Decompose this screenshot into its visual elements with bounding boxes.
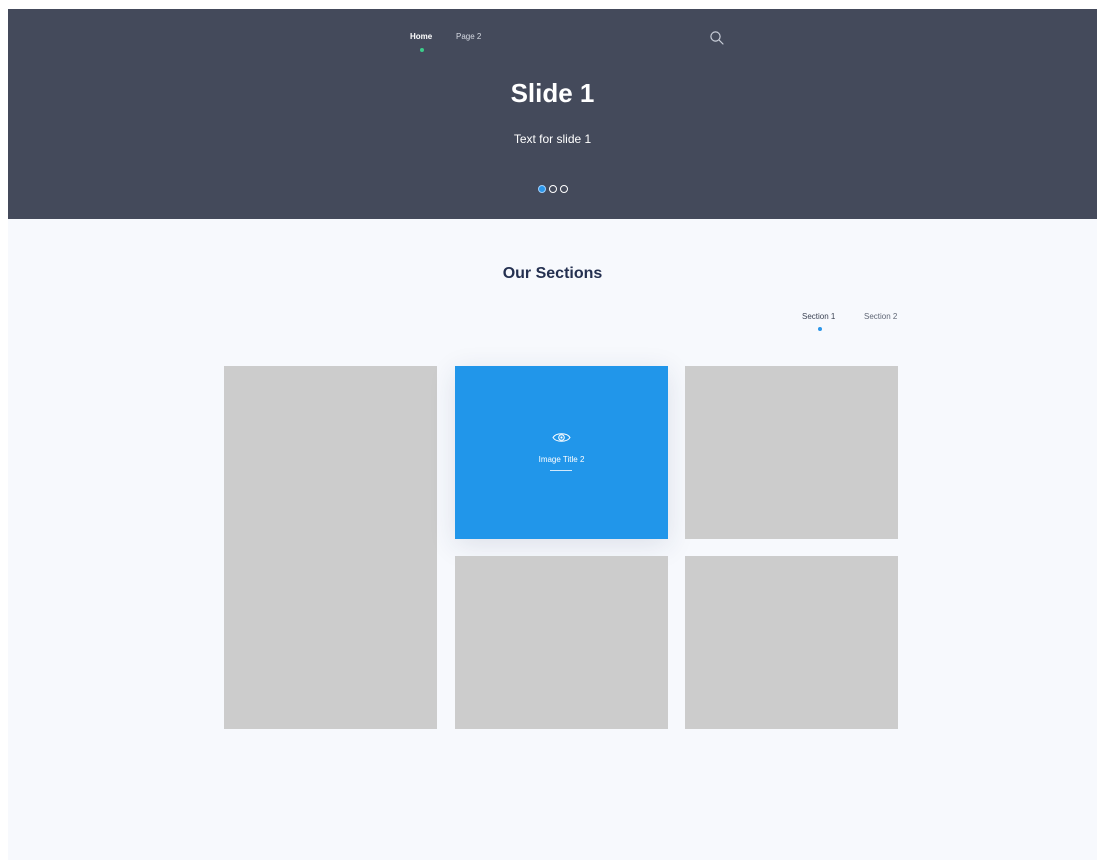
hero-slider: Home Page 2 Slide 1 Text for slide 1 [8, 9, 1097, 219]
tab-active-indicator [818, 327, 822, 331]
slide-dot-1[interactable] [537, 185, 546, 193]
nav-item-home[interactable]: Home [410, 32, 432, 41]
tab-section-1[interactable]: Section 1 [802, 312, 835, 321]
slide-dot-2[interactable] [548, 185, 557, 193]
slide-title: Slide 1 [510, 78, 595, 108]
sections-heading: Our Sections [502, 265, 603, 282]
gallery-tile-2[interactable]: Image Title 2 [455, 366, 668, 539]
tile-title: Image Title 2 [538, 455, 585, 464]
slide-pagination [8, 185, 1097, 193]
gallery-tile-3[interactable] [685, 366, 898, 539]
page: Home Page 2 Slide 1 Text for slide 1 Our… [8, 9, 1097, 860]
search-icon[interactable] [709, 30, 725, 46]
gallery-tile-1[interactable] [224, 366, 437, 729]
gallery-tile-5[interactable] [685, 556, 898, 729]
gallery-tile-4[interactable] [455, 556, 668, 729]
tile-title-underline [550, 470, 572, 471]
slide-dot-3[interactable] [559, 185, 568, 193]
slide-text: Text for slide 1 [513, 132, 592, 146]
eye-icon [552, 431, 571, 444]
tab-section-2[interactable]: Section 2 [864, 312, 897, 321]
nav-item-page-2[interactable]: Page 2 [456, 32, 481, 41]
nav-active-indicator [420, 48, 424, 52]
